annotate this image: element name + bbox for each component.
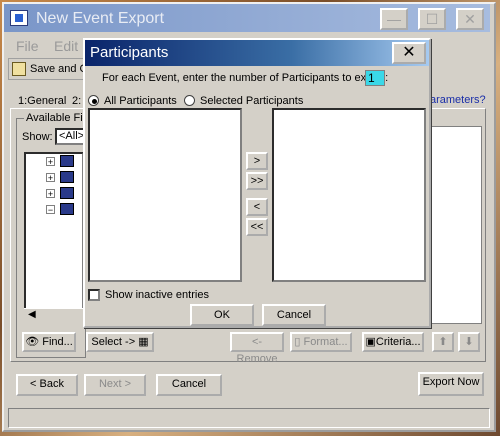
- binoculars-icon: 👁: [25, 336, 40, 348]
- show-inactive-label: Show inactive entries: [105, 289, 209, 301]
- app-icon: [10, 10, 28, 26]
- cancel-button[interactable]: Cancel: [156, 374, 222, 396]
- remove-participant-button[interactable]: <: [246, 198, 268, 216]
- tree-node-icon: [60, 187, 74, 199]
- dialog-close-button[interactable]: ✕: [392, 42, 426, 64]
- move-up-button[interactable]: ⬆: [432, 332, 454, 352]
- remove-button[interactable]: <-Remove: [230, 332, 284, 365]
- close-button[interactable]: ✕: [456, 8, 484, 30]
- select-button[interactable]: Select -> ▦: [86, 332, 154, 352]
- next-button[interactable]: Next >: [84, 374, 146, 396]
- tree-node-icon: [60, 155, 74, 167]
- export-now-button[interactable]: Export Now: [418, 372, 484, 396]
- save-icon: [12, 62, 26, 76]
- menu-file[interactable]: File: [16, 38, 39, 54]
- available-fields-label: Available Fie: [24, 112, 91, 124]
- dialog-ok-button[interactable]: OK: [190, 304, 254, 326]
- find-label: Find...: [42, 336, 73, 348]
- remove-all-participants-button[interactable]: <<: [246, 218, 268, 236]
- tree-expand-icon[interactable]: +: [46, 173, 55, 183]
- dialog-prompt: For each Event, enter the number of Part…: [102, 72, 389, 84]
- criteria-label: Criteria...: [375, 336, 421, 348]
- available-participants-list[interactable]: [88, 108, 242, 282]
- back-button[interactable]: < Back: [16, 374, 78, 396]
- maximize-button[interactable]: ☐: [418, 8, 446, 30]
- add-participant-button[interactable]: >: [246, 152, 268, 170]
- selected-fields-list[interactable]: [430, 126, 482, 324]
- status-bar: [8, 408, 490, 428]
- select-label: Select ->: [91, 336, 136, 348]
- radio-selected-participants-label: Selected Participants: [200, 95, 304, 107]
- show-label: Show:: [22, 131, 53, 143]
- criteria-icon: ▣: [365, 336, 376, 348]
- show-inactive-checkbox[interactable]: [88, 289, 100, 301]
- tree-expand-icon[interactable]: +: [46, 189, 55, 199]
- selected-participants-list[interactable]: [272, 108, 426, 282]
- add-all-participants-button[interactable]: >>: [246, 172, 268, 190]
- save-toolbar-label: Save and C: [30, 63, 88, 75]
- select-icon: ▦: [138, 336, 149, 348]
- radio-selected-participants[interactable]: [184, 95, 195, 106]
- tree-node-icon: [60, 203, 74, 215]
- main-window-title: New Event Export: [36, 10, 165, 27]
- minimize-button[interactable]: —: [380, 8, 408, 30]
- find-button[interactable]: 👁 Find...: [22, 332, 76, 352]
- parameters-link[interactable]: arameters?: [430, 94, 486, 106]
- radio-all-participants[interactable]: [88, 95, 99, 106]
- criteria-button[interactable]: ▣Criteria...: [362, 332, 424, 352]
- format-icon: ▯: [294, 336, 301, 348]
- participant-count-input[interactable]: 1: [365, 70, 385, 86]
- tree-expand-icon[interactable]: +: [46, 157, 55, 167]
- tab-2[interactable]: 2:: [72, 95, 81, 107]
- menu-edit[interactable]: Edit: [54, 38, 78, 54]
- dialog-title: Participants: [90, 44, 169, 61]
- format-button[interactable]: ▯ Format...: [290, 332, 352, 352]
- tab-general[interactable]: 1:General: [18, 95, 66, 107]
- format-label: Format...: [303, 336, 348, 348]
- radio-all-participants-label: All Participants: [104, 95, 177, 107]
- move-down-button[interactable]: ⬇: [458, 332, 480, 352]
- scroll-left-icon[interactable]: ◀: [28, 309, 36, 320]
- dialog-cancel-button[interactable]: Cancel: [262, 304, 326, 326]
- show-select[interactable]: <All>: [55, 128, 85, 145]
- tree-collapse-icon[interactable]: −: [46, 205, 55, 215]
- tree-node-icon: [60, 171, 74, 183]
